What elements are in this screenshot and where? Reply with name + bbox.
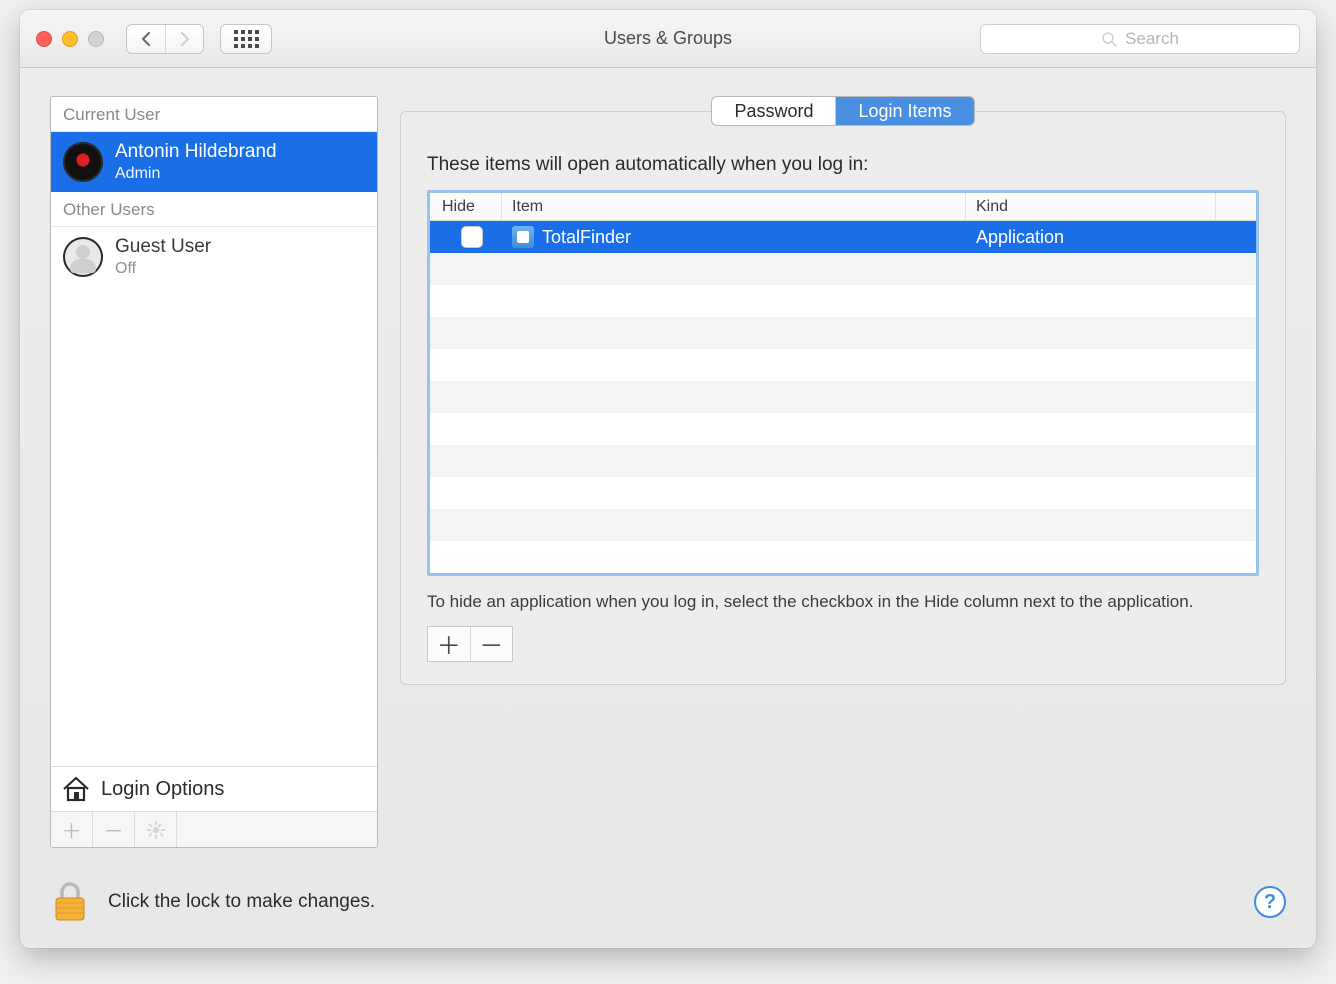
home-icon	[61, 775, 91, 803]
tab-password[interactable]: Password	[712, 97, 835, 125]
login-items-table: Hide Item Kind TotalFinder Applicati	[427, 190, 1259, 576]
body: Current User Antonin Hildebrand Admin Ot…	[20, 68, 1316, 866]
grid-icon	[234, 30, 259, 48]
table-row[interactable]	[430, 381, 1256, 413]
search-icon	[1101, 31, 1117, 47]
table-row[interactable]	[430, 285, 1256, 317]
col-item-header[interactable]: Item	[502, 193, 966, 220]
table-row[interactable]	[430, 349, 1256, 381]
other-users-section-label: Other Users	[51, 192, 377, 227]
window-title: Users & Groups	[604, 28, 732, 49]
table-row[interactable]	[430, 413, 1256, 445]
avatar	[63, 237, 103, 277]
login-items-panel: These items will open automatically when…	[400, 111, 1286, 685]
back-button[interactable]	[127, 25, 165, 53]
search-placeholder: Search	[1125, 29, 1179, 49]
user-name: Antonin Hildebrand	[115, 140, 277, 164]
table-row[interactable]	[430, 477, 1256, 509]
user-texts: Guest User Off	[115, 235, 211, 279]
user-role: Admin	[115, 164, 277, 184]
lock-icon[interactable]	[50, 880, 90, 924]
chevron-left-icon	[140, 31, 152, 47]
main-pane: Password Login Items These items will op…	[400, 96, 1286, 848]
item-kind: Application	[966, 221, 1216, 253]
col-kind-header[interactable]: Kind	[966, 193, 1216, 220]
item-name: TotalFinder	[542, 227, 631, 248]
login-options-button[interactable]: Login Options	[51, 766, 377, 811]
sidebar-tools: ＋ －	[51, 811, 377, 847]
table-header: Hide Item Kind	[430, 193, 1256, 221]
login-options-label: Login Options	[101, 778, 224, 801]
user-actions-button[interactable]	[135, 812, 177, 847]
table-body: TotalFinder Application	[430, 221, 1256, 573]
search-field[interactable]: Search	[980, 24, 1300, 54]
chevron-right-icon	[179, 31, 191, 47]
tabs: Password Login Items	[711, 96, 974, 126]
forward-button	[165, 25, 203, 53]
add-item-button[interactable]: ＋	[428, 627, 470, 661]
zoom-window-button	[88, 31, 104, 47]
table-row[interactable]	[430, 445, 1256, 477]
close-window-button[interactable]	[36, 31, 52, 47]
gear-icon	[147, 821, 165, 839]
sidebar-guest-user[interactable]: Guest User Off	[51, 227, 377, 287]
footer: Click the lock to make changes. ?	[20, 866, 1316, 948]
app-icon	[512, 226, 534, 248]
tab-login-items[interactable]: Login Items	[835, 97, 973, 125]
remove-item-button[interactable]: －	[470, 627, 513, 661]
show-all-button[interactable]	[220, 24, 272, 54]
table-row[interactable]	[430, 317, 1256, 349]
user-texts: Antonin Hildebrand Admin	[115, 140, 277, 184]
table-row[interactable]	[430, 541, 1256, 573]
panel-heading: These items will open automatically when…	[427, 154, 1259, 176]
table-row[interactable]	[430, 509, 1256, 541]
traffic-lights	[36, 31, 104, 47]
col-hide-header[interactable]: Hide	[430, 193, 502, 220]
hide-checkbox[interactable]	[461, 226, 483, 248]
help-button[interactable]: ?	[1254, 886, 1286, 918]
add-remove-buttons: ＋ －	[427, 626, 513, 662]
lock-text: Click the lock to make changes.	[108, 891, 375, 913]
nav-buttons	[126, 24, 204, 54]
remove-user-button[interactable]: －	[93, 812, 135, 847]
avatar	[63, 142, 103, 182]
minimize-window-button[interactable]	[62, 31, 78, 47]
user-name: Guest User	[115, 235, 211, 259]
users-sidebar: Current User Antonin Hildebrand Admin Ot…	[50, 96, 378, 848]
titlebar: Users & Groups Search	[20, 10, 1316, 68]
table-row[interactable]	[430, 253, 1256, 285]
hint-text: To hide an application when you log in, …	[427, 590, 1259, 614]
current-user-section-label: Current User	[51, 97, 377, 132]
user-role: Off	[115, 259, 211, 279]
preferences-window: Users & Groups Search Current User Anton…	[20, 10, 1316, 948]
add-user-button[interactable]: ＋	[51, 812, 93, 847]
table-row[interactable]: TotalFinder Application	[430, 221, 1256, 253]
sidebar-current-user[interactable]: Antonin Hildebrand Admin	[51, 132, 377, 192]
